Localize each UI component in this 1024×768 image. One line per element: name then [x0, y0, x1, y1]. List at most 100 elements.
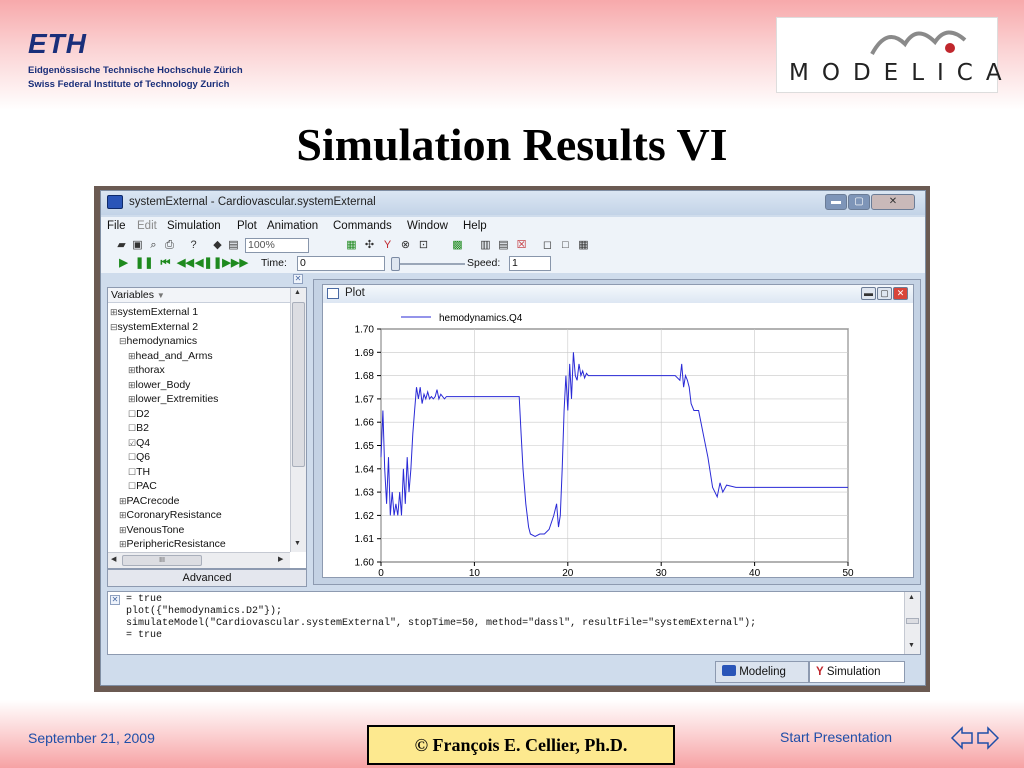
print-icon[interactable]: ⎙ [163, 239, 176, 252]
plot-close-button[interactable]: ✕ [893, 287, 908, 300]
menu-file[interactable]: File [107, 220, 126, 232]
checkbox-icon[interactable]: ☐ [128, 409, 136, 419]
menu-edit[interactable]: Edit [137, 220, 157, 232]
tree-item[interactable]: ⊟systemExternal 2 [110, 320, 198, 334]
tree-horizontal-scrollbar[interactable]: ◀ III ▶ [108, 552, 290, 568]
menu-window[interactable]: Window [407, 220, 448, 232]
time-slider-thumb[interactable] [391, 257, 400, 271]
new-plot-icon[interactable]: ▥ [479, 239, 492, 252]
expand-icon[interactable]: ⊞ [128, 394, 136, 404]
tab-simulation[interactable]: Y Simulation [809, 661, 905, 683]
stop-icon[interactable]: ⊗ [399, 239, 412, 252]
scroll-left-icon[interactable]: ◀ [111, 555, 116, 563]
expand-icon[interactable]: ⊞ [119, 525, 127, 535]
step-forward-icon[interactable]: ❚▶ [213, 257, 231, 270]
expand-icon[interactable]: ⊞ [128, 380, 136, 390]
erase-curves-icon[interactable]: ☒ [515, 239, 528, 252]
translate-icon[interactable]: ✣ [363, 239, 376, 252]
menu-plot[interactable]: Plot [237, 220, 257, 232]
plot-restore-button[interactable]: ▢ [877, 287, 892, 300]
menu-animation[interactable]: Animation [267, 220, 318, 232]
plot-titlebar[interactable]: Plot ▬ ▢ ✕ [323, 285, 913, 303]
expand-icon[interactable]: ⊞ [119, 539, 127, 549]
tree-hscroll-thumb[interactable]: III [122, 555, 202, 566]
fast-forward-icon[interactable]: ▶▶ [231, 257, 248, 270]
search-icon[interactable]: ⌕ [147, 239, 160, 252]
checkbox-icon[interactable]: ☑ [128, 438, 136, 448]
tree-item[interactable]: ⊟hemodynamics [119, 334, 197, 348]
checkbox-icon[interactable]: ☐ [128, 467, 136, 477]
checkbox-icon[interactable]: ☐ [128, 423, 136, 433]
plot-window-icon[interactable]: ◻ [541, 239, 554, 252]
expand-icon[interactable]: ⊟ [119, 336, 127, 346]
expand-icon[interactable]: ⊞ [119, 496, 127, 506]
expand-icon[interactable]: ⊟ [110, 322, 118, 332]
console-scrollbar[interactable]: ▲ ▼ [904, 592, 920, 654]
expand-icon[interactable]: ⊞ [128, 365, 136, 375]
run-script-icon[interactable]: ▩ [451, 239, 464, 252]
plot-variable-icon[interactable]: Y [381, 239, 394, 252]
rewind-start-icon[interactable]: ⏮ [159, 257, 172, 270]
time-input[interactable]: 0 [297, 256, 385, 271]
new-table-icon[interactable]: ▤ [497, 239, 510, 252]
tree-item[interactable]: ☐D2 [128, 407, 150, 421]
variables-header[interactable]: Variables ▼ [108, 288, 290, 303]
back-arrow-icon[interactable]: ◆ [211, 239, 224, 252]
expand-icon[interactable]: ⊞ [128, 351, 136, 361]
console-scroll-up-icon[interactable]: ▲ [908, 594, 915, 601]
console-scroll-thumb[interactable] [906, 618, 919, 624]
tree-item[interactable]: ⊞lower_Body [128, 378, 190, 392]
tree-item[interactable]: ☑Q4 [128, 436, 150, 450]
tree-item[interactable]: ⊞head_and_Arms [128, 349, 213, 363]
open-icon[interactable]: ▰ [115, 239, 128, 252]
menu-simulation[interactable]: Simulation [167, 220, 221, 232]
tree-item[interactable]: ⊞PeriphericResistance [119, 537, 226, 551]
console-close-icon[interactable]: ✕ [110, 595, 120, 605]
plot-minimize-button[interactable]: ▬ [861, 287, 876, 300]
close-button[interactable]: ✕ [871, 194, 915, 210]
pause-icon[interactable]: ❚❚ [135, 257, 153, 270]
save-icon[interactable]: ▣ [131, 239, 144, 252]
menu-help[interactable]: Help [463, 220, 487, 232]
tree-item[interactable]: ⊞lower_Extremities [128, 392, 218, 406]
tree-item[interactable]: ⊞VenousTone [119, 523, 184, 537]
tree-item[interactable]: ⊞thorax [128, 363, 165, 377]
tree-item[interactable]: ☐TH [128, 465, 150, 479]
tree-item[interactable]: ☐Q6 [128, 450, 150, 464]
linearize-icon[interactable]: ⊡ [417, 239, 430, 252]
tree-item[interactable]: ⊞CoronaryResistance [119, 508, 222, 522]
panel-close-icon[interactable]: ✕ [293, 274, 303, 284]
nav-arrows-icon[interactable] [950, 725, 1000, 751]
reverse-icon[interactable]: ◀◀ [177, 257, 194, 270]
scroll-right-icon[interactable]: ▶ [278, 555, 283, 563]
advanced-button[interactable]: Advanced [107, 569, 307, 587]
help-pointer-icon[interactable]: ? [187, 239, 200, 252]
scroll-down-icon[interactable]: ▼ [294, 540, 301, 547]
diagram-icon[interactable]: □ [559, 239, 572, 252]
tree-item[interactable]: ☐B2 [128, 421, 149, 435]
speed-select[interactable]: 1 [509, 256, 551, 271]
expand-icon[interactable]: ⊞ [119, 510, 127, 520]
checkbox-icon[interactable]: ☐ [128, 481, 136, 491]
minimize-button[interactable]: ▬ [825, 194, 847, 210]
tree-item[interactable]: ☐PAC [128, 479, 157, 493]
maximize-button[interactable]: ▢ [848, 194, 870, 210]
menu-commands[interactable]: Commands [333, 220, 392, 232]
checkbox-icon[interactable]: ☐ [128, 452, 136, 462]
zoom-select[interactable]: 100% [245, 238, 309, 253]
console-scroll-down-icon[interactable]: ▼ [908, 642, 915, 649]
line-chart[interactable]: 1.60 1.61 1.62 1.63 1.64 1.65 1.66 1.67 1.68 1.69… [323, 303, 913, 577]
scroll-up-icon[interactable]: ▲ [294, 289, 301, 296]
command-console[interactable]: ✕ = true plot({"hemodynamics.D2"}); simu… [107, 591, 921, 655]
tab-modeling[interactable]: Modeling [715, 661, 809, 683]
tree-item[interactable]: ⊞systemExternal 1 [110, 305, 198, 319]
model-icon[interactable]: ▤ [227, 239, 240, 252]
time-slider-track[interactable] [393, 263, 465, 265]
step-back-icon[interactable]: ◀❚ [195, 257, 213, 270]
start-presentation-link[interactable]: Start Presentation [780, 729, 892, 745]
play-icon[interactable]: ▶ [117, 257, 130, 270]
simulate-setup-icon[interactable]: ▦ [345, 239, 358, 252]
tree-vscroll-thumb[interactable] [292, 302, 305, 467]
grid-icon[interactable]: ▦ [577, 239, 590, 252]
window-titlebar[interactable]: systemExternal - Cardiovascular.systemEx… [101, 191, 925, 215]
